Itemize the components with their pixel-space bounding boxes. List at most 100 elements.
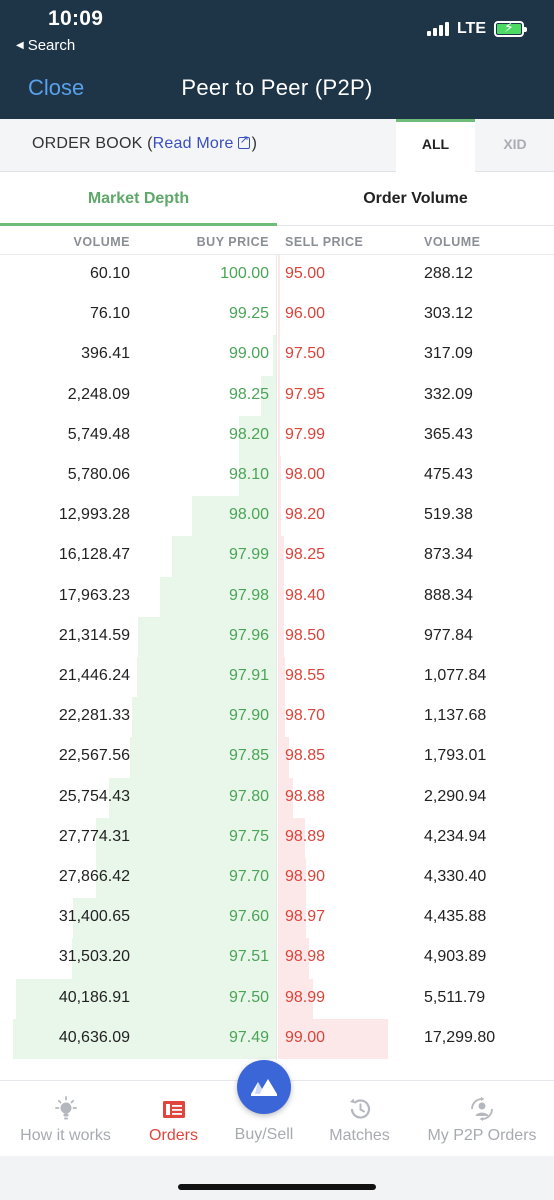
buy-volume-cell: 31,503.20: [58, 948, 130, 966]
sell-price-cell: 98.98: [285, 948, 326, 966]
sell-price-cell: 97.95: [285, 385, 326, 403]
tab-how-it-works[interactable]: How it works: [0, 1081, 131, 1157]
buy-price-cell: 100.00: [220, 265, 269, 282]
lightbulb-icon: [54, 1096, 77, 1120]
table-row[interactable]: 76.10 99.25 96.00 303.12: [0, 295, 554, 336]
sell-price-cell: 98.25: [285, 546, 326, 564]
table-row[interactable]: 16,128.47 97.99 98.25 873.34: [0, 536, 554, 577]
top-bar: 10:09 ◀ Search LTE ⚡ Close Peer to Peer …: [0, 0, 554, 119]
col-buy-price: BUY PRICE: [196, 235, 269, 249]
sell-volume-cell: 888.34: [424, 586, 473, 604]
col-buy-volume: VOLUME: [73, 235, 130, 249]
tab-label: Matches: [329, 1127, 390, 1144]
table-row[interactable]: 12,993.28 98.00 98.20 519.38: [0, 496, 554, 537]
buy-volume-cell: 21,314.59: [58, 626, 130, 644]
user-sync-icon: [471, 1097, 493, 1121]
tab-order-volume[interactable]: Order Volume: [277, 190, 554, 208]
tab-market-depth[interactable]: Market Depth: [0, 190, 277, 208]
table-row[interactable]: 5,780.06 98.10 98.00 475.43: [0, 456, 554, 497]
table-row[interactable]: 27,774.31 97.75 98.89 4,234.94: [0, 817, 554, 858]
table-row[interactable]: 22,281.33 97.90 98.70 1,137.68: [0, 697, 554, 738]
buy-price-cell: 97.70: [228, 868, 269, 885]
sell-price-cell: 98.90: [285, 868, 326, 885]
sell-volume-cell: 365.43: [424, 425, 473, 443]
tab-label: My P2P Orders: [427, 1127, 537, 1144]
order-book-table[interactable]: 60.10 100.00 95.00 288.12 76.10 99.25 96.00 303…: [0, 255, 554, 1079]
tab-matches[interactable]: Matches: [316, 1081, 403, 1157]
back-to-app-link[interactable]: ◀ Search: [16, 37, 75, 54]
sell-price-cell: 98.20: [285, 506, 326, 524]
table-row[interactable]: 27,866.42 97.70 98.90 4,330.40: [0, 858, 554, 899]
table-row[interactable]: 21,446.24 97.91 98.55 1,077.84: [0, 657, 554, 698]
buy-volume-cell: 76.10: [89, 305, 130, 323]
network-type: LTE: [456, 20, 486, 37]
external-link-icon: [237, 133, 250, 149]
tab-label: Orders: [149, 1127, 198, 1144]
table-row[interactable]: 2,248.09 98.25 97.95 332.09: [0, 375, 554, 416]
view-tabs: Market Depth Order Volume: [0, 173, 554, 226]
buy-price-cell: 97.91: [228, 667, 269, 684]
buy-volume-cell: 2,248.09: [67, 385, 130, 403]
segment-all[interactable]: ALL: [396, 119, 475, 173]
sell-depth-bar: [278, 496, 281, 537]
sell-volume-cell: 475.43: [424, 466, 473, 483]
col-sell-price: SELL PRICE: [285, 235, 364, 249]
table-row[interactable]: 5,749.48 98.20 97.99 365.43: [0, 415, 554, 456]
table-row[interactable]: 31,503.20 97.51 98.98 4,903.89: [0, 938, 554, 979]
buy-price-cell: 97.96: [228, 626, 269, 644]
table-row[interactable]: 25,754.43 97.80 98.88 2,290.94: [0, 777, 554, 818]
column-headers: VOLUME BUY PRICE SELL PRICE VOLUME: [0, 227, 554, 255]
sell-price-cell: 98.70: [285, 707, 326, 725]
active-tab-indicator: [0, 223, 277, 226]
sell-volume-cell: 317.09: [424, 345, 473, 363]
sell-volume-cell: 873.34: [424, 546, 473, 564]
sell-depth-bar: [278, 576, 284, 617]
table-row[interactable]: 40,186.91 97.50 98.99 5,511.79: [0, 978, 554, 1019]
table-row[interactable]: 21,314.59 97.96 98.50 977.84: [0, 616, 554, 657]
buy-sell-button[interactable]: [237, 1060, 291, 1114]
buy-price-cell: 97.90: [228, 707, 269, 725]
sell-depth-bar: [278, 295, 280, 336]
buy-volume-cell: 27,866.42: [58, 868, 130, 885]
signal-strength-icon: [426, 22, 449, 36]
sell-depth-bar: [278, 255, 280, 296]
segment-xid[interactable]: XID: [476, 119, 554, 172]
orders-icon: [162, 1101, 185, 1118]
sell-price-cell: 98.89: [285, 827, 326, 845]
table-row[interactable]: 396.41 99.00 97.50 317.09: [0, 335, 554, 376]
buy-price-cell: 98.20: [228, 425, 269, 443]
table-row[interactable]: 22,567.56 97.85 98.85 1,793.01: [0, 737, 554, 778]
battery-icon: ⚡: [494, 20, 527, 37]
table-row[interactable]: 60.10 100.00 95.00 288.12: [0, 255, 554, 296]
buy-sell-label: Buy/Sell: [234, 1126, 294, 1143]
table-row[interactable]: 31,400.65 97.60 98.97 4,435.88: [0, 898, 554, 939]
sell-volume-cell: 4,903.89: [424, 948, 487, 966]
table-row[interactable]: 40,636.09 97.49 99.00 17,299.80: [0, 1018, 554, 1059]
buy-price-cell: 97.60: [228, 908, 269, 926]
buy-price-cell: 97.49: [228, 1028, 269, 1046]
sell-volume-cell: 1,137.68: [424, 707, 487, 725]
sell-price-cell: 97.99: [285, 425, 326, 443]
read-more-link[interactable]: Read More: [153, 135, 234, 152]
sell-price-cell: 98.88: [285, 787, 326, 805]
tab-my-p2p-orders[interactable]: My P2P Orders: [410, 1081, 554, 1157]
sell-volume-cell: 17,299.80: [424, 1028, 496, 1046]
buy-volume-cell: 40,636.09: [58, 1028, 130, 1046]
sell-price-cell: 98.50: [285, 626, 326, 644]
sell-volume-cell: 519.38: [424, 506, 473, 524]
order-book-label: ORDER BOOK (Read More): [32, 133, 257, 153]
sell-depth-bar: [278, 375, 280, 416]
buy-price-cell: 97.51: [228, 948, 269, 966]
wazirx-logo-icon: [251, 1079, 277, 1096]
table-row[interactable]: 17,963.23 97.98 98.40 888.34: [0, 576, 554, 617]
sell-price-cell: 96.00: [285, 305, 326, 323]
sell-price-cell: 98.99: [285, 988, 326, 1006]
buy-price-cell: 97.99: [228, 546, 269, 564]
buy-volume-cell: 12,993.28: [58, 506, 130, 524]
sell-depth-bar: [278, 415, 280, 456]
buy-volume-cell: 31,400.65: [58, 908, 130, 926]
buy-volume-cell: 16,128.47: [58, 546, 130, 564]
buy-volume-cell: 60.10: [89, 265, 130, 282]
tab-label: How it works: [20, 1127, 111, 1144]
tab-orders[interactable]: Orders: [131, 1081, 216, 1157]
